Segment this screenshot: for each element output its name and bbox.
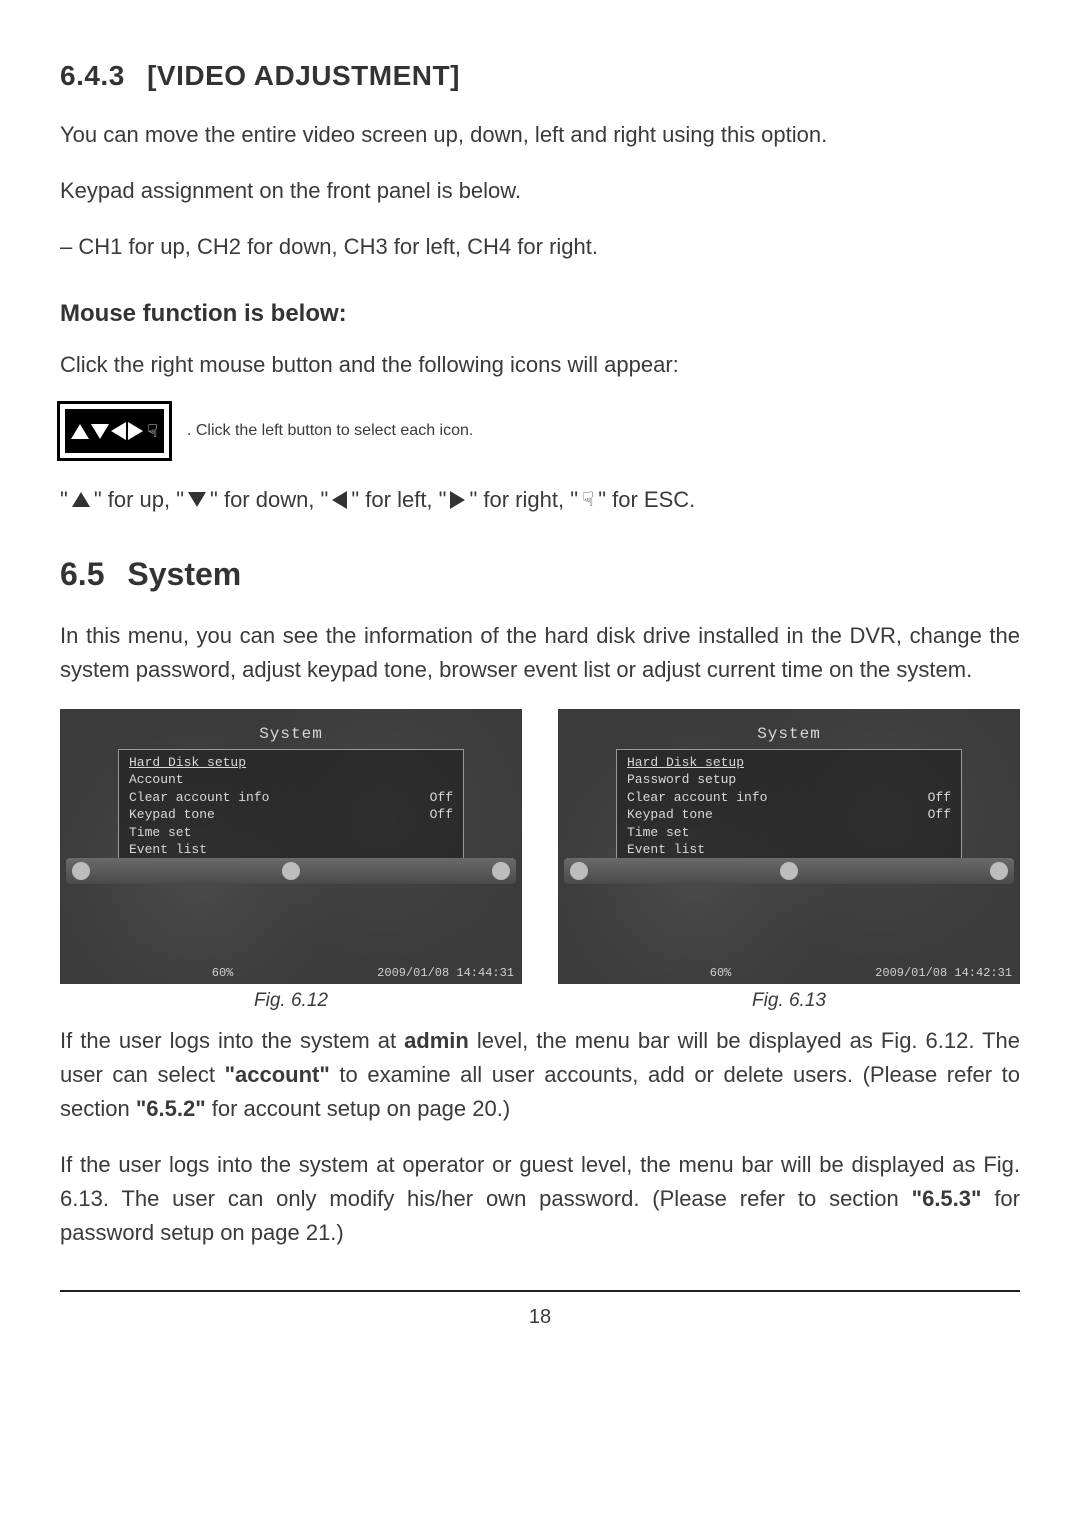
text: " for ESC.: [598, 482, 695, 517]
menu-row: Keypad tone Off: [129, 806, 453, 824]
arrow-down-icon: [91, 424, 109, 439]
menu-row: Event list: [129, 841, 453, 859]
screenshot-title: System: [558, 725, 1020, 743]
control-icon: [72, 862, 90, 880]
menu-row: Keypad tone Off: [627, 806, 951, 824]
footer-timestamp: 2009/01/08 14:42:31: [875, 966, 1012, 980]
heading-6-5: 6.5 System: [60, 556, 1020, 593]
menu-label: Time set: [129, 824, 191, 842]
menu-label: Keypad tone: [129, 806, 215, 824]
page-number: 18: [60, 1306, 1020, 1329]
text: for account setup on page 20.): [206, 1096, 511, 1121]
menu-label: Password setup: [627, 771, 736, 789]
iconbar-row: ☟ . Click the left button to select each…: [60, 404, 1020, 458]
menu-row: Hard Disk setup: [129, 754, 453, 772]
paragraph: Keypad assignment on the front panel is …: [60, 174, 1020, 208]
paragraph: – CH1 for up, CH2 for down, CH3 for left…: [60, 230, 1020, 264]
menu-row: Password setup: [627, 771, 951, 789]
figure-6-13: System Hard Disk setupPassword setupClea…: [558, 709, 1020, 1012]
arrow-down-icon: [188, 492, 206, 507]
menu-label: Keypad tone: [627, 806, 713, 824]
control-icon: [990, 862, 1008, 880]
screenshot-title: System: [60, 725, 522, 743]
control-icon: [570, 862, 588, 880]
figure-caption: Fig. 6.13: [558, 990, 1020, 1012]
text-bold: admin: [404, 1028, 469, 1053]
text: " for down, ": [210, 482, 328, 517]
heading-title: [VIDEO ADJUSTMENT]: [147, 60, 460, 91]
control-icon: [492, 862, 510, 880]
control-icon: [780, 862, 798, 880]
heading-title: System: [127, 556, 241, 592]
figure-6-12: System Hard Disk setupAccountClear accou…: [60, 709, 522, 1012]
menu-row: Time set: [129, 824, 453, 842]
direction-iconbar: ☟: [60, 404, 169, 458]
paragraph-admin: If the user logs into the system at admi…: [60, 1024, 1020, 1126]
screenshot: System Hard Disk setupPassword setupClea…: [558, 709, 1020, 984]
menu-label: Event list: [627, 841, 705, 859]
figure-caption: Fig. 6.12: [60, 990, 522, 1012]
menu-row: Clear account info Off: [129, 789, 453, 807]
arrow-left-icon: [332, 491, 347, 509]
arrow-right-icon: [450, 491, 465, 509]
paragraph-guest: If the user logs into the system at oper…: [60, 1148, 1020, 1250]
footer-center: 60%: [710, 966, 732, 980]
menu-value: Off: [430, 806, 453, 824]
footer-center: 60%: [212, 966, 234, 980]
menu-label: Hard Disk setup: [627, 754, 744, 772]
heading-number: 6.4.3: [60, 60, 125, 91]
text: ": [60, 482, 68, 517]
menu-value: Off: [430, 789, 453, 807]
menu-row: Hard Disk setup: [627, 754, 951, 772]
paragraph: Click the right mouse button and the fol…: [60, 348, 1020, 382]
screenshot: System Hard Disk setupAccountClear accou…: [60, 709, 522, 984]
hand-icon: ☟: [147, 422, 158, 440]
screenshot-controlbar: [564, 858, 1014, 884]
menu-row: Clear account info Off: [627, 789, 951, 807]
text-bold: "6.5.3": [912, 1186, 982, 1211]
menu-value: Off: [928, 806, 951, 824]
menu-row: Account: [129, 771, 453, 789]
menu-label: Event list: [129, 841, 207, 859]
menu-label: Clear account info: [129, 789, 269, 807]
menu-row: Event list: [627, 841, 951, 859]
text: " for up, ": [94, 482, 184, 517]
screenshot-footer: 60% 2009/01/08 14:42:31: [566, 966, 1012, 980]
footer-timestamp: 2009/01/08 14:44:31: [377, 966, 514, 980]
text-bold: "6.5.2": [136, 1096, 206, 1121]
paragraph: In this menu, you can see the informatio…: [60, 619, 1020, 687]
control-icon: [282, 862, 300, 880]
text-bold: "account": [225, 1062, 330, 1087]
menu-label: Time set: [627, 824, 689, 842]
heading-number: 6.5: [60, 556, 104, 592]
menu-label: Clear account info: [627, 789, 767, 807]
direction-legend: " " for up, " " for down, " " for left, …: [60, 482, 1020, 517]
hand-icon: ☟: [582, 484, 594, 516]
screenshot-controlbar: [66, 858, 516, 884]
menu-label: Hard Disk setup: [129, 754, 246, 772]
text: If the user logs into the system at oper…: [60, 1152, 1020, 1211]
divider: [60, 1290, 1020, 1292]
menu-label: Account: [129, 771, 184, 789]
text: " for right, ": [469, 482, 578, 517]
iconbar-hint: . Click the left button to select each i…: [187, 422, 473, 440]
arrow-up-icon: [71, 424, 89, 439]
figure-row: System Hard Disk setupAccountClear accou…: [60, 709, 1020, 1012]
heading-6-4-3: 6.4.3 [VIDEO ADJUSTMENT]: [60, 60, 1020, 92]
paragraph: You can move the entire video screen up,…: [60, 118, 1020, 152]
text: " for left, ": [351, 482, 446, 517]
screenshot-footer: 60% 2009/01/08 14:44:31: [68, 966, 514, 980]
text: If the user logs into the system at: [60, 1028, 404, 1053]
arrow-right-icon: [128, 422, 143, 440]
arrow-up-icon: [72, 492, 90, 507]
menu-value: Off: [928, 789, 951, 807]
menu-row: Time set: [627, 824, 951, 842]
arrow-left-icon: [111, 422, 126, 440]
subheading-mouse: Mouse function is below:: [60, 300, 1020, 328]
